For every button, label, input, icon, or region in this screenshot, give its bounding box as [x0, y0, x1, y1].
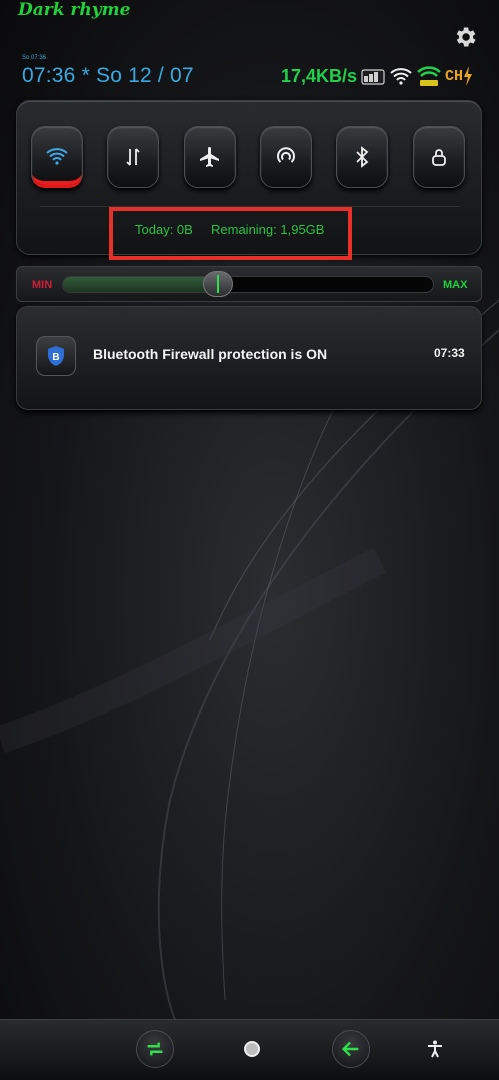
theme-title: Dark rhyme — [18, 0, 131, 20]
recents-icon — [147, 1042, 163, 1056]
back-button[interactable] — [332, 1030, 370, 1068]
data-today: Today: 0B — [135, 222, 193, 237]
hotspot-icon — [277, 147, 295, 163]
lock-toggle[interactable] — [413, 126, 465, 188]
wifi-icon — [390, 68, 412, 85]
status-icons: CH — [361, 63, 481, 89]
status-clock: 07:36 * So 12 / 07 — [22, 64, 194, 87]
signal-bars-icon — [417, 66, 441, 86]
home-icon — [244, 1041, 260, 1057]
airplane-toggle[interactable] — [184, 126, 236, 188]
status-small-clock: So 07:36 — [22, 55, 47, 61]
home-button[interactable] — [242, 1039, 262, 1059]
recents-button[interactable] — [136, 1030, 174, 1068]
notification-time: 07:33 — [434, 346, 465, 360]
wifi-icon — [46, 148, 68, 165]
lock-icon — [432, 149, 446, 166]
bluetooth-toggle[interactable] — [336, 126, 388, 188]
wifi-toggle[interactable] — [31, 126, 83, 188]
hotspot-toggle[interactable] — [260, 126, 312, 188]
shield-b-icon: B — [36, 336, 76, 376]
gear-icon[interactable] — [452, 24, 478, 50]
data-remaining: Remaining: 1,95GB — [211, 222, 325, 237]
brightness-track[interactable] — [62, 276, 434, 293]
brightness-fill — [63, 277, 219, 292]
brightness-max-label: MAX — [443, 279, 468, 291]
battery-text: CH — [445, 67, 464, 85]
brightness-thumb[interactable] — [203, 271, 234, 297]
mobile-data-toggle[interactable] — [107, 126, 159, 188]
charging-battery-icon: CH — [445, 64, 481, 88]
notification-icon-letter: B — [52, 352, 59, 363]
accessibility-button[interactable] — [425, 1039, 445, 1059]
arrows-updown-icon — [126, 148, 140, 166]
bluetooth-icon — [356, 146, 369, 168]
accessibility-icon — [428, 1040, 442, 1058]
notification-title: Bluetooth Firewall protection is ON — [93, 346, 328, 362]
network-speed: 17,4KB/s — [281, 66, 358, 86]
airplane-icon — [200, 147, 219, 167]
brightness-min-label: MIN — [32, 279, 53, 291]
data-transfer-icon — [361, 69, 385, 85]
back-arrow-icon — [341, 1041, 359, 1057]
